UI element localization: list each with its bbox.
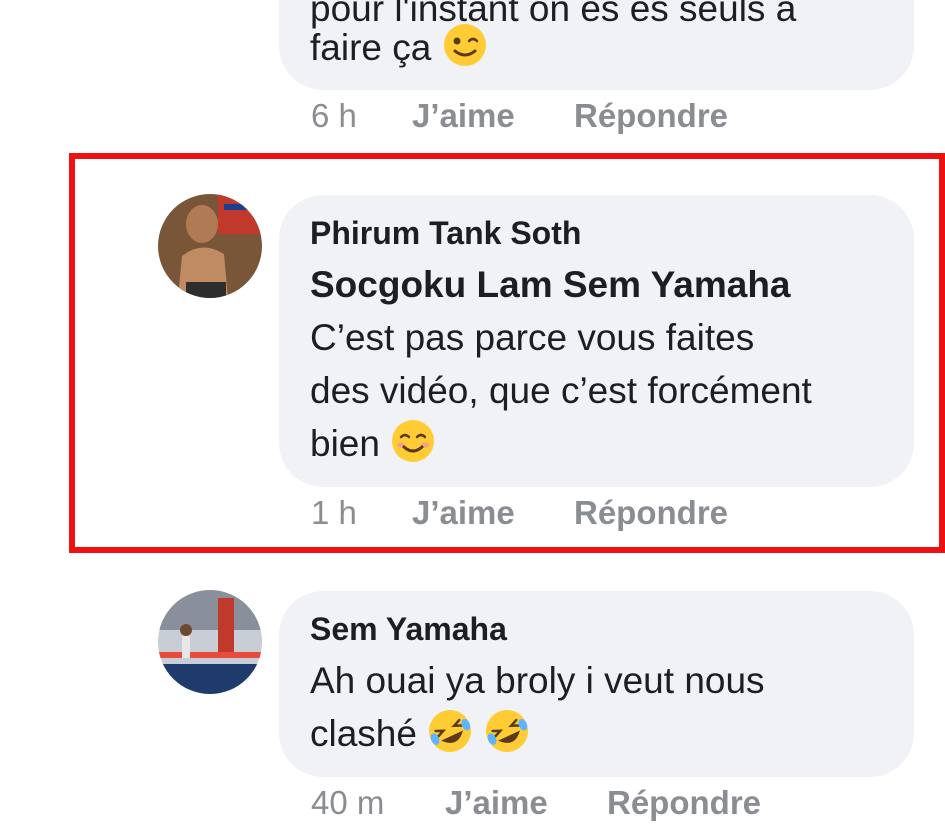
avatar[interactable] (158, 590, 262, 694)
like-button[interactable]: J’aime (445, 784, 548, 822)
comment-text-line: clashé (310, 707, 530, 761)
highlight-box (69, 153, 945, 553)
winking-face-emoji (443, 24, 486, 66)
reply-button[interactable]: Répondre (574, 97, 728, 135)
comment-time: 6 h (311, 97, 357, 134)
like-button[interactable]: J’aime (412, 97, 515, 135)
rolling-on-floor-laughing-emoji (429, 710, 472, 752)
comment-text-line: Ah ouai ya broly i veut nous (310, 660, 765, 701)
comment-text: clashé (310, 713, 417, 754)
avatar-image (158, 590, 262, 694)
comment-author[interactable]: Sem Yamaha (310, 609, 507, 649)
comment-text-line: faire ça (310, 21, 488, 75)
comment-bubble: Sem Yamaha Ah ouai ya broly i veut nous … (279, 591, 914, 777)
comment-text: faire ça (310, 27, 432, 68)
comment-bubble: pour l'instant on es es seuls à faire ça (279, 0, 914, 90)
comment-time: 40 m (311, 784, 385, 821)
reply-button[interactable]: Répondre (607, 784, 761, 822)
rolling-on-floor-laughing-emoji (485, 710, 528, 752)
